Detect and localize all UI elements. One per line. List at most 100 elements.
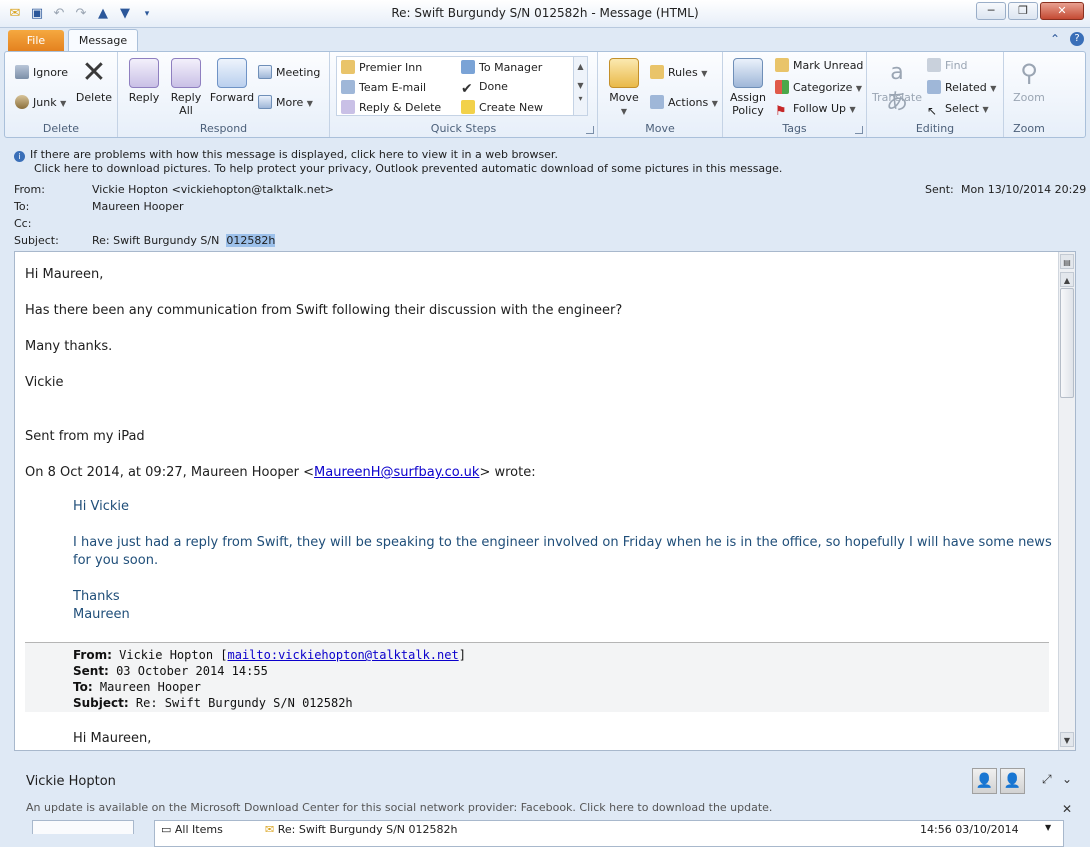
related-icon <box>927 80 941 94</box>
forward-arrow-icon <box>461 60 475 74</box>
tab-message[interactable]: Message <box>68 29 138 52</box>
scroll-down-icon[interactable]: ▼ <box>1060 732 1074 747</box>
message-body[interactable]: Hi Maureen, Has there been any communica… <box>14 251 1076 751</box>
move-button[interactable]: Move ▼ <box>604 58 644 118</box>
cursor-icon: ↖ <box>927 104 938 118</box>
split-icon[interactable]: ▤ <box>1060 254 1074 269</box>
scroll-up-icon[interactable]: ▲ <box>574 57 587 76</box>
body-scrollbar[interactable]: ▤ ▲ ▼ <box>1058 252 1075 750</box>
chevron-down-icon: ▼ <box>711 99 718 108</box>
from-value[interactable]: Vickie Hopton <vickiehopton@talktalk.net… <box>92 183 334 196</box>
quick-step-create-new[interactable]: Create New <box>461 100 543 114</box>
related-button[interactable]: Related ▼ <box>927 80 996 94</box>
mailto-link[interactable]: mailto:vickiehopton@talktalk.net <box>228 648 459 662</box>
list-icon: ▭ <box>161 823 175 836</box>
calendar-icon <box>258 65 272 79</box>
select-button[interactable]: ↖ Select ▼ <box>927 102 989 118</box>
zoom-button[interactable]: ⚲ Zoom <box>1008 58 1050 104</box>
quick-step-team-email[interactable]: Team E-mail <box>341 80 426 94</box>
delete-button[interactable]: ✕ Delete <box>75 58 113 105</box>
all-items-tab[interactable]: ▭ All Items <box>161 823 223 836</box>
fwd-greeting: Hi Maureen, <box>73 731 152 746</box>
quick-steps-launcher-icon[interactable] <box>586 126 594 134</box>
body-greeting: Hi Maureen, <box>25 267 104 282</box>
group-label-quick-steps: Quick Steps <box>430 122 497 135</box>
actions-button[interactable]: Actions ▼ <box>650 95 718 109</box>
avatar[interactable]: 👤 <box>1000 768 1025 794</box>
reply-delete-icon <box>341 100 355 114</box>
quick-steps-scroll[interactable]: ▲ ▼ ▾ <box>573 57 587 115</box>
expand-gallery-icon[interactable]: ▾ <box>574 95 587 103</box>
flag-icon: ⚑ <box>775 104 787 119</box>
body-signature: Vickie <box>25 375 64 390</box>
group-zoom: ⚲ Zoom Zoom <box>1004 52 1054 137</box>
window-controls: ─ ❐ ✕ <box>976 2 1084 20</box>
from-label: From: <box>14 183 45 196</box>
people-pane-tab[interactable] <box>32 820 134 834</box>
info-bar[interactable]: i If there are problems with how this mes… <box>14 148 782 176</box>
quote-signature: Maureen <box>73 607 130 622</box>
quick-step-done[interactable]: ✔ Done <box>461 80 508 96</box>
maximize-button[interactable]: ❐ <box>1008 2 1038 20</box>
scrollbar-thumb[interactable] <box>1060 288 1074 398</box>
quick-step-reply-delete[interactable]: Reply & Delete <box>341 100 441 114</box>
quote-line-1: I have just had a reply from Swift, they… <box>73 535 1052 550</box>
scroll-up-icon[interactable]: ▲ <box>1060 272 1074 287</box>
tab-file[interactable]: File <box>8 30 64 51</box>
collapse-ribbon-icon[interactable]: ⌃ <box>1050 32 1060 46</box>
email-link[interactable]: MaureenH@surfbay.co.uk <box>314 465 479 480</box>
chevron-down-icon: ▼ <box>620 107 628 116</box>
body-question: Has there been any communication from Sw… <box>25 303 623 318</box>
expand-icon[interactable]: ⤢ <box>1042 772 1052 787</box>
subject-value: Re: Swift Burgundy S/N 012582h <box>92 234 276 247</box>
update-notice[interactable]: An update is available on the Microsoft … <box>26 801 772 814</box>
scroll-down-icon[interactable]: ▼ <box>574 76 587 95</box>
checkmark-icon: ✔ <box>461 81 473 97</box>
people-pane-items: ▭ All Items ✉ Re: Swift Burgundy S/N 012… <box>14 820 1076 847</box>
list-item[interactable]: ✉ Re: Swift Burgundy S/N 012582h <box>265 823 458 836</box>
info-icon: i <box>14 151 25 162</box>
chevron-down-icon: ▼ <box>60 99 67 108</box>
close-icon[interactable]: ✕ <box>1062 802 1072 816</box>
meeting-button[interactable]: Meeting <box>258 65 320 79</box>
group-label-editing: Editing <box>915 122 955 135</box>
group-tags: Assign Policy Mark Unread Categorize ▼ ⚑… <box>723 52 867 137</box>
fwd-to: To: Maureen Hooper <box>73 680 202 694</box>
categorize-button[interactable]: Categorize ▼ <box>775 80 862 94</box>
to-value[interactable]: Maureen Hooper <box>92 200 184 213</box>
chevron-down-icon: ▼ <box>982 105 989 114</box>
mark-unread-button[interactable]: Mark Unread <box>775 58 863 72</box>
ignore-button[interactable]: Ignore <box>15 65 68 79</box>
junk-icon <box>15 95 29 109</box>
follow-up-button[interactable]: ⚑ Follow Up ▼ <box>775 102 856 119</box>
reply-icon <box>129 58 159 88</box>
more-respond-button[interactable]: More ▼ <box>258 95 313 109</box>
quick-step-to-manager[interactable]: To Manager <box>461 60 542 74</box>
fwd-from: From: Vickie Hopton [mailto:vickiehopton… <box>73 648 466 662</box>
minimize-button[interactable]: ─ <box>976 2 1006 20</box>
people-pane: Vickie Hopton 👤 👤 ⤢ ⌄ An update is avail… <box>14 760 1076 847</box>
forward-button[interactable]: Forward <box>208 58 256 104</box>
cc-label: Cc: <box>14 217 32 230</box>
reply-all-button[interactable]: Reply All <box>168 58 204 117</box>
tags-launcher-icon[interactable] <box>855 126 863 134</box>
quick-step-premier-inn[interactable]: Premier Inn <box>341 60 422 74</box>
rules-button[interactable]: Rules ▼ <box>650 65 707 79</box>
junk-button[interactable]: Junk ▼ <box>15 95 66 109</box>
avatar[interactable]: 👤 <box>972 768 997 794</box>
translate-button[interactable]: aあ Translate <box>871 58 923 115</box>
collapse-icon[interactable]: ⌄ <box>1062 772 1072 786</box>
group-label-move: Move <box>645 122 675 135</box>
people-pane-list[interactable]: ▭ All Items ✉ Re: Swift Burgundy S/N 012… <box>154 820 1064 847</box>
reply-all-icon <box>171 58 201 88</box>
find-button[interactable]: Find <box>927 58 968 72</box>
scroll-down-icon[interactable]: ▼ <box>1045 823 1051 832</box>
assign-policy-button[interactable]: Assign Policy <box>727 58 769 117</box>
reply-button[interactable]: Reply <box>126 58 162 104</box>
to-label: To: <box>14 200 30 213</box>
people-pane-name[interactable]: Vickie Hopton <box>26 774 116 789</box>
ribbon: Ignore Junk ▼ ✕ Delete Delete Reply Repl… <box>4 51 1086 138</box>
sent-value: Mon 13/10/2014 20:29 <box>961 183 1087 196</box>
close-button[interactable]: ✕ <box>1040 2 1084 20</box>
help-icon[interactable]: ? <box>1070 32 1084 46</box>
